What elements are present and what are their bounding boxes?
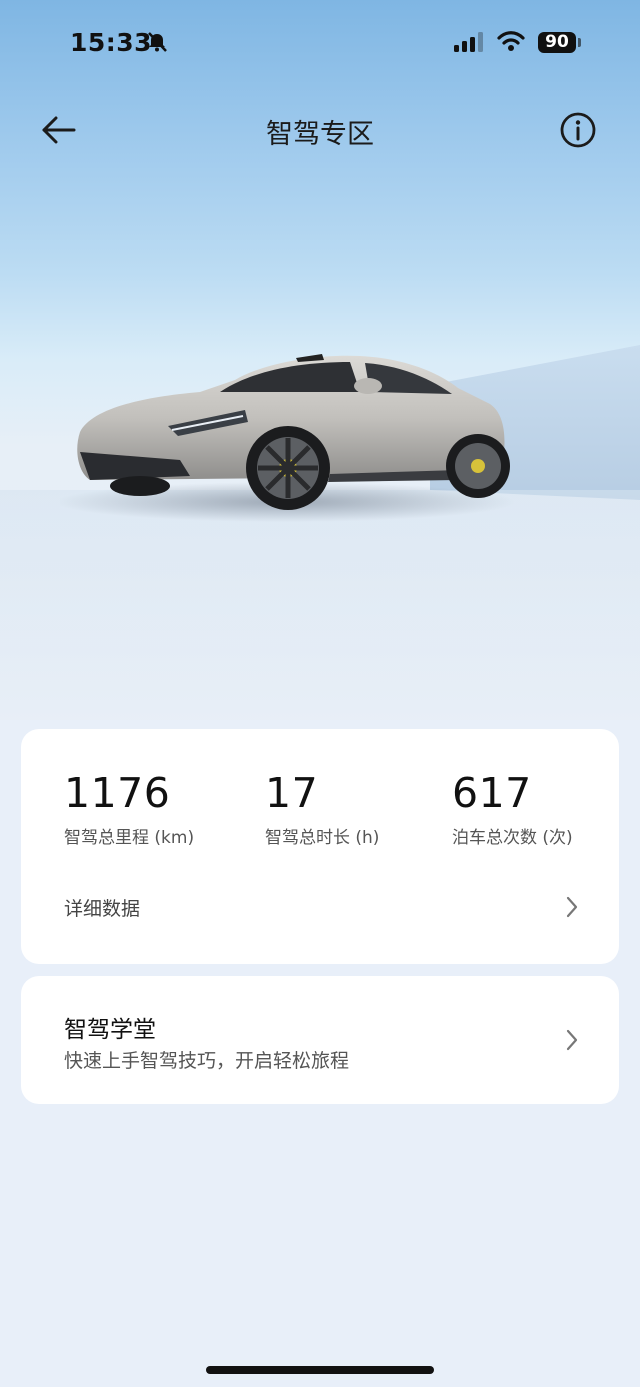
stat-value: 1176	[64, 769, 171, 817]
stats-card: 1176 智驾总里程 (km) 17 智驾总时长 (h) 617 泊车总次数 (…	[21, 729, 619, 964]
stat-label: 泊车总次数 (次)	[452, 828, 573, 848]
stat-value: 17	[265, 769, 319, 817]
battery-tip	[578, 38, 581, 47]
chevron-right-icon	[566, 896, 578, 918]
detailed-data-row[interactable]: 详细数据	[21, 879, 619, 935]
stat-total-duration: 17 智驾总时长 (h)	[265, 769, 379, 848]
academy-title: 智驾学堂	[64, 1017, 156, 1043]
stat-label: 智驾总里程 (km)	[64, 828, 195, 848]
info-circle-icon	[560, 112, 596, 148]
signal-icon	[454, 32, 483, 52]
battery-icon: 90	[538, 32, 576, 53]
page-title: 智驾专区	[266, 119, 374, 150]
chevron-right-icon	[566, 1029, 578, 1051]
home-indicator[interactable]	[206, 1366, 434, 1374]
status-time: 15:33	[70, 28, 153, 57]
academy-subtitle: 快速上手智驾技巧，开启轻松旅程	[64, 1050, 350, 1072]
info-button[interactable]	[558, 110, 598, 150]
car-image	[60, 354, 515, 522]
status-bar: 15:33 90	[0, 0, 640, 88]
wifi-icon	[497, 31, 525, 51]
stat-parking-count: 617 泊车总次数 (次)	[452, 769, 573, 848]
stat-value: 617	[452, 769, 532, 817]
driving-academy-card[interactable]: 智驾学堂 快速上手智驾技巧，开启轻松旅程	[21, 976, 619, 1104]
bell-muted-icon	[148, 32, 167, 52]
stat-label: 智驾总时长 (h)	[265, 828, 380, 848]
stat-total-mileage: 1176 智驾总里程 (km)	[64, 769, 194, 848]
hero-banner	[0, 0, 640, 720]
detailed-data-label: 详细数据	[64, 898, 141, 920]
